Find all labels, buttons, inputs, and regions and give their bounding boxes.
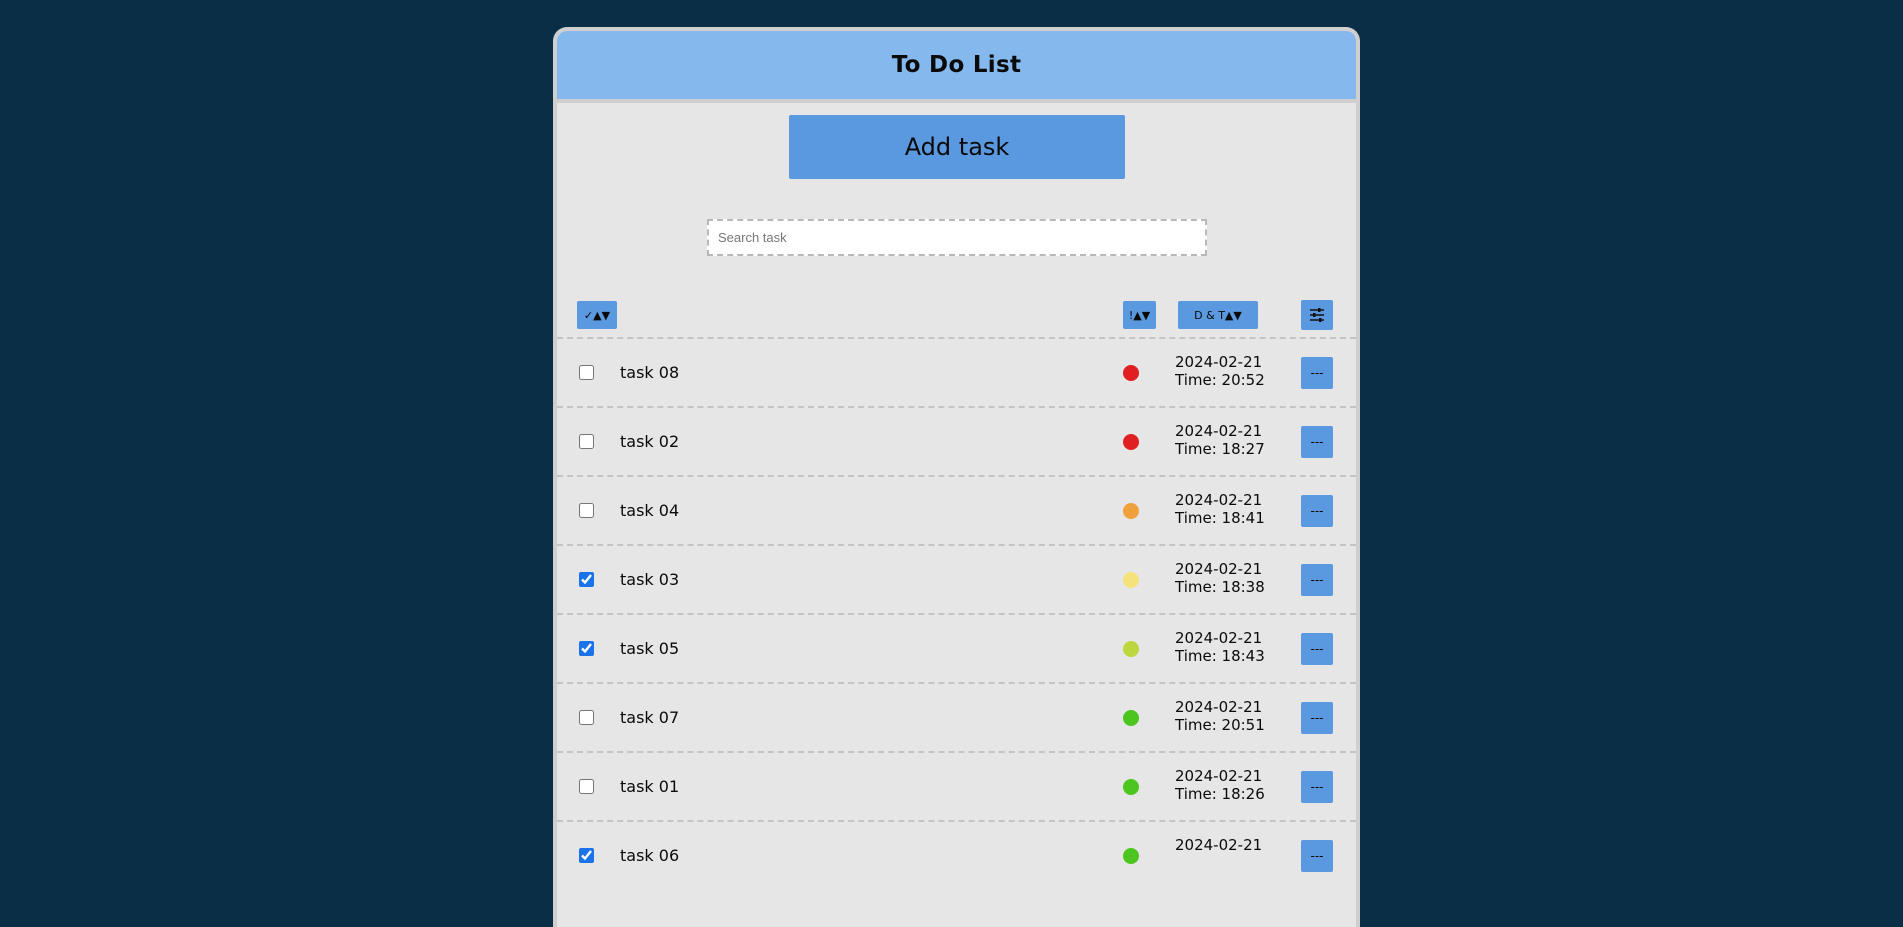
- task-menu-button[interactable]: ---: [1301, 840, 1333, 872]
- task-name: task 02: [620, 432, 680, 451]
- task-menu-button[interactable]: ---: [1301, 633, 1333, 665]
- task-menu-button[interactable]: ---: [1301, 426, 1333, 458]
- task-row: task 05 2024-02-21 Time: 18:43 ---: [557, 613, 1356, 682]
- task-time: Time: 18:27: [1175, 440, 1265, 458]
- sliders-icon: [1310, 308, 1324, 322]
- task-row: task 04 2024-02-21 Time: 18:41 ---: [557, 475, 1356, 544]
- task-date: 2024-02-21: [1175, 698, 1263, 716]
- task-done-checkbox[interactable]: [579, 710, 594, 725]
- priority-indicator: [1123, 641, 1139, 657]
- task-menu-button[interactable]: ---: [1301, 495, 1333, 527]
- task-datetime: 2024-02-21 Time: 18:27: [1175, 422, 1265, 458]
- task-time: Time: 18:43: [1175, 647, 1265, 665]
- task-datetime: 2024-02-21 Time: 18:26: [1175, 767, 1265, 803]
- priority-indicator: [1123, 710, 1139, 726]
- app-header: To Do List: [557, 31, 1356, 103]
- task-date: 2024-02-21: [1175, 629, 1263, 647]
- task-done-checkbox[interactable]: [579, 503, 594, 518]
- task-time: Time: 18:38: [1175, 578, 1265, 596]
- task-datetime: 2024-02-21: [1175, 836, 1262, 854]
- task-date: 2024-02-21: [1175, 353, 1263, 371]
- task-date: 2024-02-21: [1175, 422, 1263, 440]
- task-done-checkbox[interactable]: [579, 365, 594, 380]
- task-row: task 02 2024-02-21 Time: 18:27 ---: [557, 406, 1356, 475]
- task-row: task 08 2024-02-21 Time: 20:52 ---: [557, 337, 1356, 406]
- task-name: task 07: [620, 708, 680, 727]
- task-name: task 03: [620, 570, 680, 589]
- task-date: 2024-02-21: [1175, 767, 1263, 785]
- task-name: task 08: [620, 363, 680, 382]
- task-date: 2024-02-21: [1175, 836, 1263, 854]
- task-row: task 06 2024-02-21 ---: [557, 820, 1356, 889]
- sort-by-done-button[interactable]: ✓▲▼: [577, 301, 617, 329]
- task-done-checkbox[interactable]: [579, 641, 594, 656]
- task-time: Time: 20:52: [1175, 371, 1265, 389]
- task-menu-button[interactable]: ---: [1301, 702, 1333, 734]
- task-date: 2024-02-21: [1175, 560, 1263, 578]
- task-name: task 01: [620, 777, 680, 796]
- task-row: task 01 2024-02-21 Time: 18:26 ---: [557, 751, 1356, 820]
- task-datetime: 2024-02-21 Time: 18:38: [1175, 560, 1265, 596]
- priority-indicator: [1123, 779, 1139, 795]
- add-task-button[interactable]: Add task: [789, 115, 1125, 179]
- task-time: Time: 18:41: [1175, 509, 1265, 527]
- filter-settings-button[interactable]: [1301, 300, 1333, 330]
- task-datetime: 2024-02-21 Time: 18:41: [1175, 491, 1265, 527]
- task-menu-button[interactable]: ---: [1301, 564, 1333, 596]
- task-datetime: 2024-02-21 Time: 18:43: [1175, 629, 1265, 665]
- priority-indicator: [1123, 365, 1139, 381]
- sort-by-date-button[interactable]: D & T▲▼: [1178, 301, 1258, 329]
- search-input[interactable]: [707, 219, 1207, 256]
- task-done-checkbox[interactable]: [579, 779, 594, 794]
- task-date: 2024-02-21: [1175, 491, 1263, 509]
- priority-indicator: [1123, 503, 1139, 519]
- task-time: Time: 20:51: [1175, 716, 1265, 734]
- task-name: task 05: [620, 639, 680, 658]
- task-datetime: 2024-02-21 Time: 20:51: [1175, 698, 1265, 734]
- task-time: Time: 18:26: [1175, 785, 1265, 803]
- priority-indicator: [1123, 434, 1139, 450]
- task-menu-button[interactable]: ---: [1301, 357, 1333, 389]
- priority-indicator: [1123, 848, 1139, 864]
- app-title: To Do List: [891, 52, 1022, 78]
- task-done-checkbox[interactable]: [579, 434, 594, 449]
- task-list: task 08 2024-02-21 Time: 20:52 --- task …: [557, 337, 1356, 889]
- sort-by-priority-button[interactable]: !▲▼: [1123, 301, 1156, 329]
- task-done-checkbox[interactable]: [579, 572, 594, 587]
- task-datetime: 2024-02-21 Time: 20:52: [1175, 353, 1265, 389]
- priority-indicator: [1123, 572, 1139, 588]
- task-name: task 06: [620, 846, 680, 865]
- task-menu-button[interactable]: ---: [1301, 771, 1333, 803]
- todo-app: To Do List Add task ✓▲▼ !▲▼ D & T▲▼ task…: [553, 27, 1360, 927]
- task-row: task 07 2024-02-21 Time: 20:51 ---: [557, 682, 1356, 751]
- task-row: task 03 2024-02-21 Time: 18:38 ---: [557, 544, 1356, 613]
- task-done-checkbox[interactable]: [579, 848, 594, 863]
- task-name: task 04: [620, 501, 680, 520]
